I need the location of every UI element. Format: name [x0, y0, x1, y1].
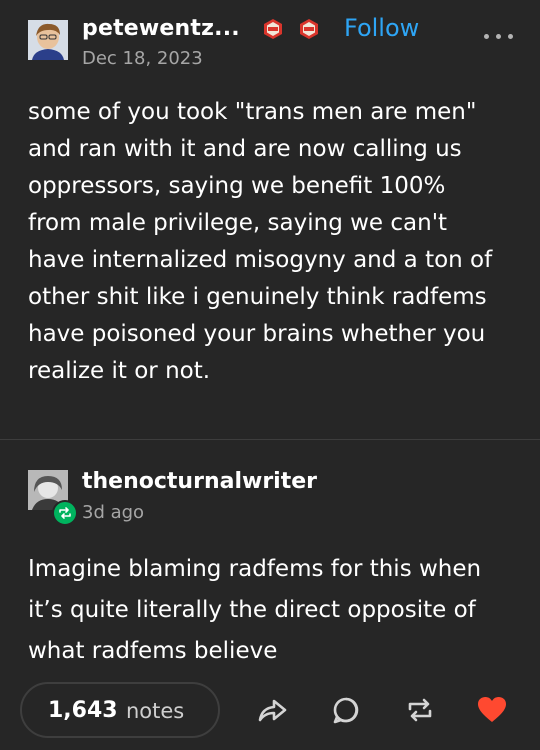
post-username[interactable]: petewentz... [82, 16, 240, 41]
post-body-line: have internalized misogyny and a ton of [28, 247, 493, 273]
reblog-body-line: what radfems believe [28, 638, 278, 664]
post-body-line: other shit like i genuinely think radfem… [28, 284, 487, 310]
post-body-line: some of you took "trans men are men" [28, 99, 477, 125]
avatar[interactable] [28, 20, 68, 60]
like-icon[interactable] [476, 694, 508, 726]
post-body-line: have poisoned your brains whether you [28, 321, 486, 347]
post-footer: 1,643 notes [0, 680, 540, 742]
reblog-header: thenocturnalwriter 3d ago [28, 466, 518, 526]
reblog-badge-icon [52, 500, 78, 526]
post-body-line: oppressors, saying we benefit 100% [28, 173, 446, 199]
post-date: Dec 18, 2023 [82, 48, 203, 69]
notes-count: 1,643 [48, 698, 118, 723]
post-body: some of you took "trans men are men" and… [28, 94, 514, 390]
reblog-body-line: Imagine blaming radfems for this when [28, 556, 482, 582]
avatar-image [28, 20, 68, 60]
post-body-line: and ran with it and are now calling us [28, 136, 462, 162]
notes-label: notes [126, 699, 185, 723]
divider [0, 439, 540, 440]
reblog-icon[interactable] [404, 694, 436, 726]
notes-button[interactable]: 1,643 notes [20, 682, 220, 738]
badge-icon[interactable] [262, 18, 284, 40]
post-body-line: realize it or not. [28, 358, 211, 384]
reblog-body: Imagine blaming radfems for this when it… [28, 549, 514, 672]
share-icon[interactable] [256, 694, 288, 726]
reblog-time: 3d ago [82, 502, 145, 523]
reply-icon[interactable] [330, 694, 362, 726]
more-options-icon[interactable] [484, 32, 514, 42]
reblog-body-line: it’s quite literally the direct opposite… [28, 597, 476, 623]
badge-icon[interactable] [298, 18, 320, 40]
post-header: petewentz... Follow Dec 18, 2023 [28, 14, 518, 72]
reblog-username[interactable]: thenocturnalwriter [82, 469, 317, 494]
post-body-line: from male privilege, saying we can't [28, 210, 448, 236]
follow-button[interactable]: Follow [344, 14, 419, 42]
